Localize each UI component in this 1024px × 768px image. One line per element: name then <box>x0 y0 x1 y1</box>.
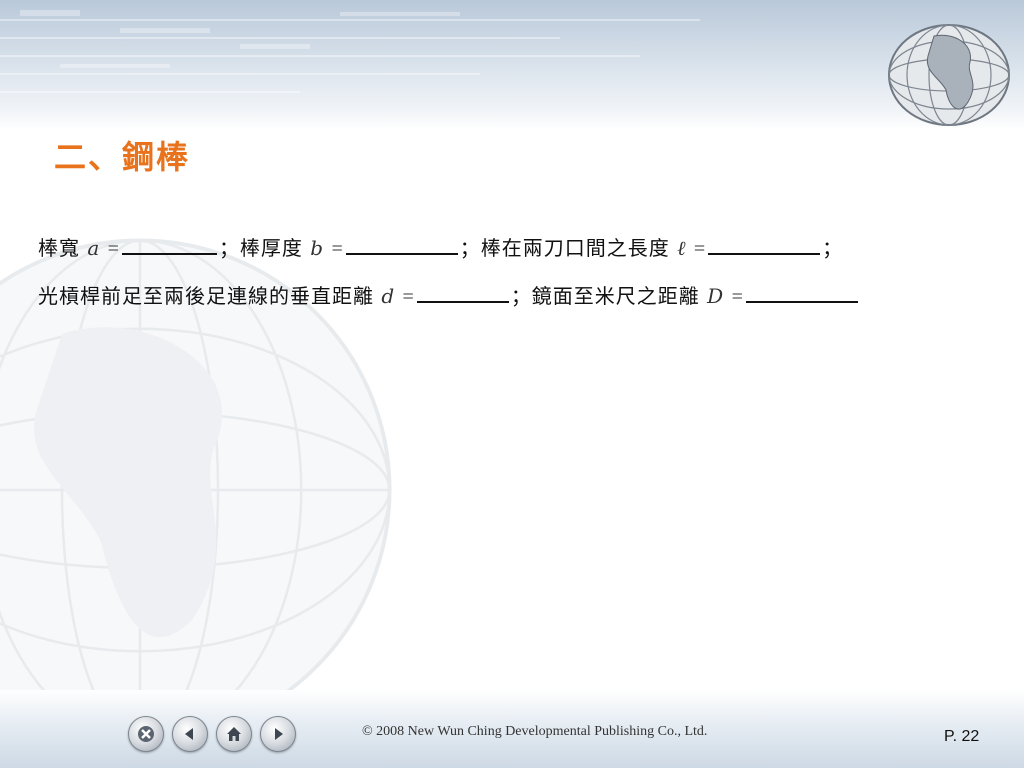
home-icon <box>227 727 241 741</box>
blank-b[interactable] <box>345 233 458 255</box>
slide-title: 二、鋼棒 <box>54 138 191 176</box>
globe-logo <box>888 24 1010 126</box>
header-decoration <box>0 10 700 93</box>
blank-D[interactable] <box>745 281 858 303</box>
var-b: b <box>310 236 325 260</box>
text-line-1: 棒寬 a = ；棒厚度 b = ；棒在兩刀口間之長度 ℓ = ； <box>38 232 843 261</box>
var-d: d <box>381 284 396 308</box>
next-button[interactable] <box>260 716 296 752</box>
equals-sign: = <box>107 238 120 260</box>
var-l: ℓ <box>677 236 687 260</box>
label-bar-length: ；棒在兩刀口間之長度 <box>459 236 670 260</box>
label-mirror-distance: ；鏡面至米尺之距離 <box>510 284 700 308</box>
label-bar-thickness: ；棒厚度 <box>218 236 303 260</box>
blank-l[interactable] <box>708 233 821 255</box>
previous-icon <box>185 728 193 740</box>
label-bar-width: 棒寬 <box>38 236 80 260</box>
equals-sign: = <box>331 238 344 260</box>
navigation-bar <box>128 716 296 752</box>
equals-sign: = <box>402 286 415 308</box>
label-lever-distance: 光槓桿前足至兩後足連線的垂直距離 <box>38 284 374 308</box>
close-button[interactable] <box>128 716 164 752</box>
text-line-2: 光槓桿前足至兩後足連線的垂直距離 d = ；鏡面至米尺之距離 D = <box>38 280 860 309</box>
home-button[interactable] <box>216 716 252 752</box>
page-number: P. 22 <box>944 728 980 745</box>
equals-sign: = <box>693 238 707 260</box>
close-icon <box>138 726 154 742</box>
header-band <box>0 0 1024 130</box>
next-icon <box>275 728 283 740</box>
blank-d[interactable] <box>416 281 509 303</box>
blank-a[interactable] <box>121 233 217 255</box>
var-D: D <box>707 284 725 308</box>
line1-end: ； <box>822 236 844 260</box>
equals-sign: = <box>731 286 744 308</box>
previous-button[interactable] <box>172 716 208 752</box>
copyright-text: © 2008 New Wun Ching Developmental Publi… <box>362 724 708 739</box>
var-a: a <box>87 236 101 260</box>
